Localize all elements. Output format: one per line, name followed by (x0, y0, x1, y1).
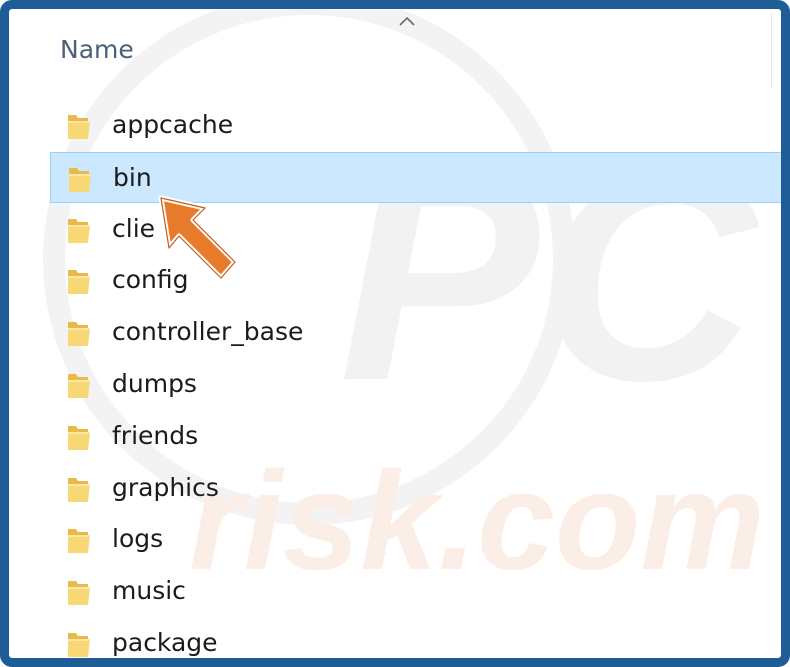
file-list-item-appcache[interactable]: appcache (50, 100, 781, 151)
file-list-item-graphics[interactable]: graphics (50, 463, 781, 514)
folder-icon (68, 633, 90, 657)
folder-icon (68, 218, 90, 243)
column-divider[interactable] (771, 13, 772, 87)
file-list-item-label: logs (112, 524, 164, 554)
file-list-item-controller-base[interactable]: controller_base (50, 307, 781, 358)
column-header-bar: Name (9, 9, 781, 89)
folder-icon (68, 270, 90, 295)
folder-icon (68, 529, 90, 554)
file-list-item-package[interactable]: package (50, 618, 781, 658)
explorer-window: PC risk.com Name appcache bin clie config co… (0, 0, 790, 667)
folder-icon (68, 322, 90, 347)
folder-icon (68, 477, 90, 502)
folder-icon (69, 167, 91, 192)
chevron-up-icon[interactable] (398, 15, 416, 27)
file-list-item-label: clie (112, 213, 156, 243)
folder-icon (68, 581, 90, 606)
file-list-item-label: graphics (112, 472, 219, 502)
orange-arrow-pointer-icon (158, 195, 238, 281)
file-list-item-label: appcache (112, 110, 234, 139)
folder-icon (68, 115, 90, 139)
column-header-name[interactable]: Name (60, 35, 134, 65)
folder-icon (68, 374, 90, 398)
file-list-item-label: package (112, 628, 218, 657)
file-list-item-friends[interactable]: friends (50, 411, 781, 462)
file-list-item-label: music (112, 576, 186, 606)
file-list-item-music[interactable]: music (50, 566, 781, 617)
file-list-item-label: controller_base (112, 317, 304, 347)
file-list-item-label: dumps (112, 369, 197, 398)
file-list-item-logs[interactable]: logs (50, 514, 781, 565)
file-list-item-dumps[interactable]: dumps (50, 359, 781, 410)
folder-icon (68, 425, 90, 450)
file-list-item-label: bin (113, 162, 152, 192)
file-list-item-label: friends (112, 420, 199, 450)
